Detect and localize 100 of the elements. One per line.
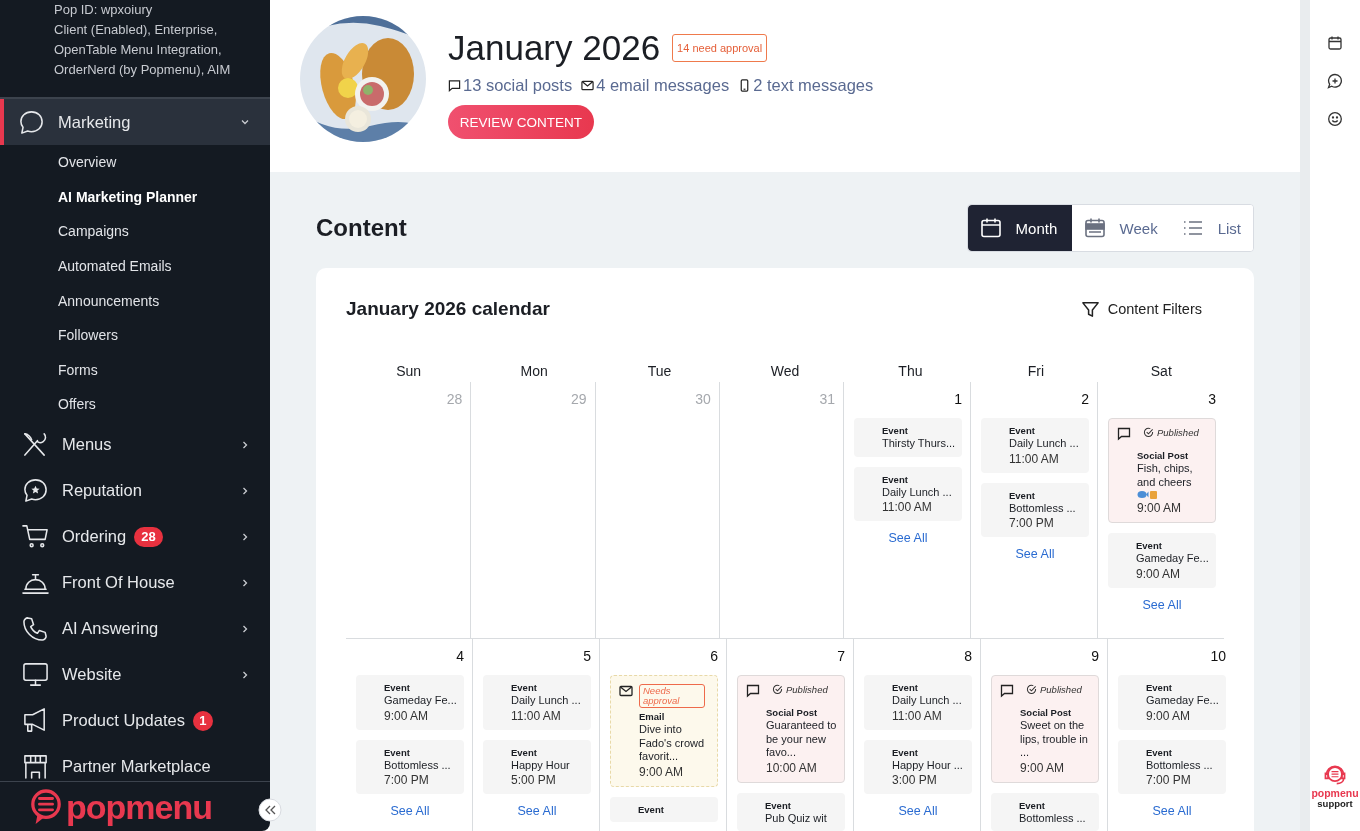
item-title: Bottomless ... — [1009, 501, 1077, 515]
calendar-icon — [979, 217, 1002, 239]
nav-subitem[interactable]: Automated Emails — [0, 248, 270, 284]
calendar-icon[interactable] — [1327, 35, 1343, 51]
event-card[interactable]: Event Daily Lunch ... 11:00 AM — [981, 418, 1089, 473]
collapse-button[interactable] — [258, 798, 282, 822]
event-card[interactable]: Event — [610, 796, 718, 822]
nav-subitem[interactable]: Overview — [0, 145, 270, 180]
weekday-label: Mon — [519, 362, 549, 381]
social-post-card[interactable]: Published Social Post Fish, chips, and cheers 9:00 AM — [1108, 418, 1216, 523]
item-title: Gameday Fe... — [384, 694, 458, 708]
item-title: Gameday Fe... — [1146, 694, 1220, 708]
event-card[interactable]: Event Pub Quiz wit — [737, 792, 845, 831]
day-number: 28 — [445, 390, 463, 408]
item-type-label: Event — [638, 802, 665, 816]
nav-item[interactable]: Website — [0, 651, 270, 698]
see-all-link[interactable]: See All — [898, 804, 938, 819]
phone-icon — [22, 615, 49, 643]
nav-subitem[interactable]: Followers — [0, 317, 270, 353]
item-type-label: Event — [882, 424, 909, 437]
see-all-link[interactable]: See All — [517, 804, 557, 819]
event-card[interactable]: Event Thirsty Thurs... — [854, 418, 962, 457]
content-count: 2 text messages — [753, 76, 874, 95]
utensils-icon — [22, 431, 49, 459]
weekday-label: Sun — [395, 362, 423, 381]
content-count: 4 email messages — [596, 76, 730, 95]
see-all-link[interactable]: See All — [888, 531, 928, 546]
day-number: 7 — [836, 647, 845, 665]
item-time: 11:00 AM — [511, 707, 562, 724]
nav-subitem[interactable]: AI Marketing Planner — [0, 179, 270, 215]
chat-plus-icon[interactable] — [1327, 73, 1343, 89]
item-title: Daily Lunch ... — [882, 485, 953, 499]
smiley-icon[interactable] — [1327, 111, 1343, 127]
item-type-label: Event — [1136, 539, 1163, 552]
see-all-link[interactable]: See All — [390, 804, 430, 819]
event-card[interactable]: Event Gameday Fe... 9:00 AM — [356, 675, 464, 730]
event-card[interactable]: Event Daily Lunch ... 11:00 AM — [864, 675, 972, 730]
day-number: 6 — [709, 647, 718, 665]
event-card[interactable]: Event Gameday Fe... 9:00 AM — [1108, 533, 1216, 588]
item-time: 7:00 PM — [1146, 772, 1192, 788]
item-title: Sweet on the lips, trouble in ... — [1020, 719, 1089, 760]
item-title: Bottomless ... — [1019, 811, 1087, 825]
day-number: 5 — [582, 647, 591, 665]
nav-subitem[interactable]: Announcements — [0, 283, 270, 318]
content-filters-button[interactable]: Content Filters — [1074, 298, 1208, 320]
event-card[interactable]: Event Bottomless ... 7:00 PM — [356, 739, 464, 794]
weekday-label: Thu — [897, 362, 924, 381]
event-card[interactable]: Event Bottomless ... 7:00 PM — [981, 482, 1089, 537]
item-type-label: Event — [892, 745, 919, 759]
nav-item[interactable]: Reputation — [0, 467, 270, 514]
item-type-label: Event — [1009, 488, 1036, 502]
status-label: Published — [786, 684, 828, 695]
social-post-card[interactable]: Published Social Post Sweet on the lips, trouble in ... 9:00 AM — [991, 675, 1099, 783]
storefront-icon — [22, 753, 49, 781]
nav-item[interactable]: Product Updates 1 — [0, 697, 270, 744]
nav-item[interactable]: AI Answering — [0, 605, 270, 652]
nav-subitem[interactable]: Campaigns — [0, 214, 270, 249]
approval-badge: 14 need approval — [672, 34, 768, 62]
envelope-icon — [581, 79, 595, 92]
social-post-card[interactable]: Published Social Post Guaranteed to be your new favo... 10:00 AM — [737, 675, 845, 783]
nav-item[interactable]: Front Of House — [0, 559, 270, 606]
support-widget[interactable]: popmenu support — [1311, 762, 1359, 809]
day-number: 2 — [1080, 390, 1089, 408]
item-type-label: Email — [639, 710, 666, 723]
monitor-icon — [22, 661, 49, 689]
event-card[interactable]: Event Daily Lunch ... 11:00 AM — [854, 466, 962, 521]
item-time: 5:00 PM — [511, 772, 557, 788]
nav-item[interactable]: Partner Marketplace — [0, 743, 270, 781]
review-content-button[interactable]: REVIEW CONTENT — [448, 105, 594, 139]
logo-icon — [30, 787, 62, 826]
event-card[interactable]: Event Happy Hour ... 3:00 PM — [864, 739, 972, 794]
item-type-label: Event — [882, 472, 909, 486]
event-card[interactable]: Event Daily Lunch ... 11:00 AM — [483, 675, 591, 730]
envelope-icon — [619, 684, 633, 698]
nav-item[interactable]: Ordering 28 — [0, 513, 270, 560]
nav-item[interactable]: Marketing — [0, 99, 270, 145]
weekday-label: Wed — [769, 362, 801, 381]
event-card[interactable]: Event Bottomless ... — [991, 792, 1099, 831]
see-all-link[interactable]: See All — [1015, 547, 1055, 562]
status-label: Published — [1157, 427, 1199, 438]
event-card[interactable]: Event Gameday Fe... 9:00 AM — [1118, 675, 1226, 730]
count-badge: 1 — [192, 710, 213, 731]
event-card[interactable]: Event Happy Hour 5:00 PM — [483, 739, 591, 794]
see-all-link[interactable]: See All — [1142, 597, 1182, 613]
item-time: 9:00 AM — [1136, 565, 1182, 582]
day-number: 9 — [1090, 647, 1099, 665]
nav-subitem[interactable]: Forms — [0, 352, 270, 388]
nav-subitem[interactable]: Offers — [0, 387, 270, 422]
item-type-label: Event — [765, 798, 792, 812]
event-card[interactable]: Event Bottomless ... 7:00 PM — [1118, 739, 1226, 794]
view-tab[interactable]: Month — [967, 205, 1072, 251]
nav-item[interactable]: Menus — [0, 421, 270, 468]
item-title: Guaranteed to be your new favo... — [766, 719, 838, 760]
day-number: 8 — [963, 647, 972, 665]
item-type-label: Event — [511, 681, 538, 694]
see-all-link[interactable]: See All — [1152, 804, 1192, 819]
calendar-icon — [1083, 217, 1106, 239]
email-card[interactable]: Needs approval Email Dive into Fado's crowd favorit... 9:00 AM — [610, 675, 718, 787]
account-info-text: Pop ID: wpxoiury — [54, 1, 154, 19]
content-count: 13 social posts — [463, 76, 573, 95]
